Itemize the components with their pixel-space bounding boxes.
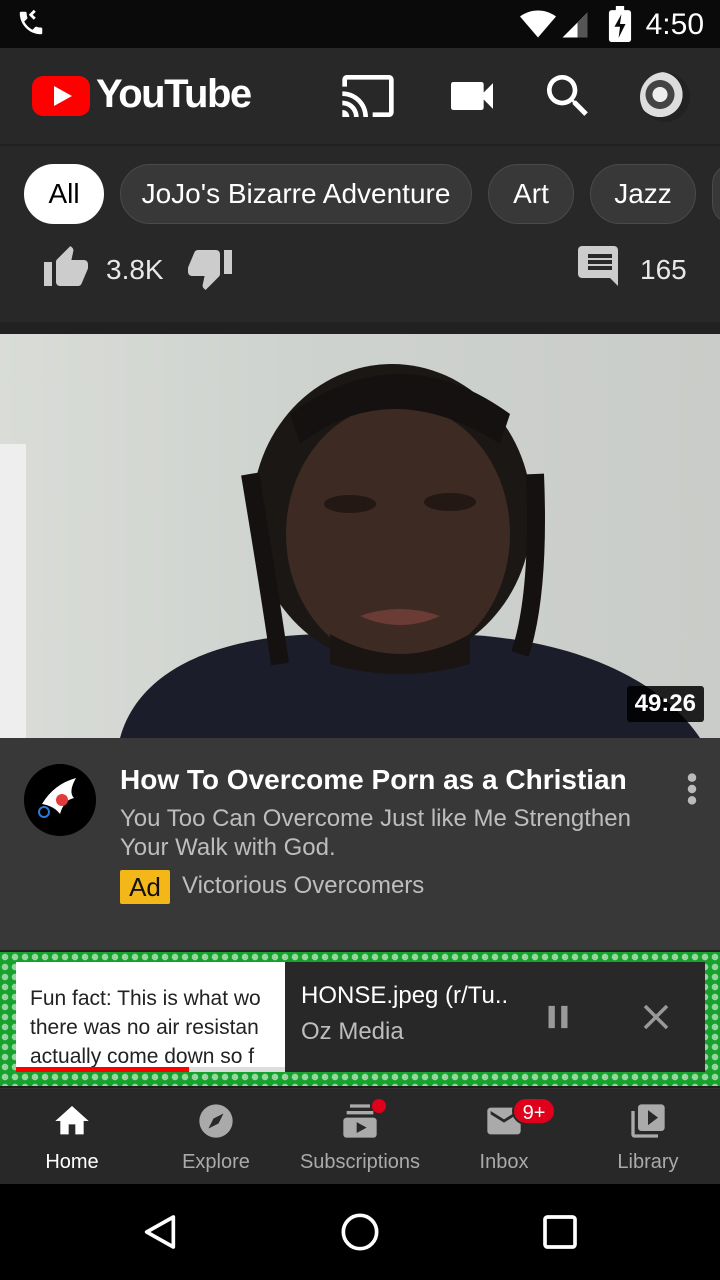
miniplayer[interactable]: Fun fact: This is what wo there was no a… bbox=[0, 952, 720, 1086]
thumbnail-image bbox=[0, 364, 700, 738]
app-header: YouTube bbox=[0, 48, 720, 144]
nav-home-label: Home bbox=[45, 1151, 99, 1173]
more-vert-icon[interactable] bbox=[680, 772, 704, 806]
miniplayer-channel: Oz Media bbox=[301, 1018, 404, 1045]
chip-jazz[interactable]: Jazz bbox=[590, 164, 696, 224]
inbox-badge: 9+ bbox=[512, 1097, 556, 1125]
nav-library[interactable]: Library bbox=[576, 1089, 720, 1185]
like-icon[interactable] bbox=[40, 244, 92, 292]
nav-library-label: Library bbox=[617, 1151, 679, 1173]
previous-item-actions: 3.8K 165 bbox=[0, 242, 720, 322]
battery-charging-icon bbox=[608, 6, 632, 42]
miniplayer-progress-fill bbox=[16, 1067, 189, 1072]
status-bar: 4:50 bbox=[0, 0, 720, 48]
signal-icon bbox=[562, 12, 588, 38]
nav-explore-label: Explore bbox=[182, 1151, 250, 1173]
comment-count: 165 bbox=[640, 254, 687, 285]
search-icon[interactable] bbox=[540, 68, 596, 124]
status-time: 4:50 bbox=[645, 8, 704, 41]
advertiser-name[interactable]: Victorious Overcomers bbox=[182, 872, 424, 900]
chip-art[interactable]: Art bbox=[488, 164, 574, 224]
nav-subscriptions-label: Subscriptions bbox=[299, 1151, 421, 1173]
nav-home[interactable]: Home bbox=[0, 1089, 144, 1185]
wifi-calling-icon bbox=[19, 9, 43, 35]
library-icon bbox=[631, 1104, 665, 1138]
bottom-navigation: Home Explore Subscriptions 9+ Inbox Libr… bbox=[0, 1088, 720, 1184]
miniplayer-thumbnail[interactable]: Fun fact: This is what wo there was no a… bbox=[16, 962, 286, 1072]
chip-all[interactable]: All bbox=[24, 164, 104, 224]
video-camera-icon[interactable] bbox=[444, 68, 500, 124]
youtube-logo-text[interactable]: YouTube bbox=[96, 72, 252, 117]
nav-inbox[interactable]: 9+ Inbox bbox=[432, 1089, 576, 1185]
home-icon bbox=[55, 1106, 89, 1135]
miniplayer-title[interactable]: HONSE.jpeg (r/Tu.. bbox=[301, 982, 508, 1010]
wifi-icon bbox=[520, 10, 556, 38]
advertiser-avatar[interactable] bbox=[24, 764, 96, 836]
chip-partial[interactable] bbox=[712, 164, 720, 224]
chip-jojos-bizarre-adventure[interactable]: JoJo's Bizarre Adventure bbox=[120, 164, 472, 224]
ad-video-thumbnail[interactable]: 49:26 bbox=[0, 334, 720, 738]
miniplayer-thumbnail-text: Fun fact: This is what wo there was no a… bbox=[30, 987, 261, 1068]
recents-square-icon[interactable] bbox=[540, 1212, 580, 1252]
filter-chip-bar: All JoJo's Bizarre Adventure Art Jazz bbox=[0, 146, 720, 242]
system-navigation-bar bbox=[0, 1184, 720, 1280]
dislike-icon[interactable] bbox=[184, 244, 236, 292]
home-circle-icon[interactable] bbox=[340, 1212, 380, 1252]
ad-info-panel: How To Overcome Porn as a Christian You … bbox=[0, 738, 720, 950]
miniplayer-info[interactable]: HONSE.jpeg (r/Tu.. Oz Media bbox=[285, 962, 705, 1072]
ad-description: You Too Can Overcome Just like Me Streng… bbox=[120, 805, 631, 861]
close-icon[interactable] bbox=[635, 996, 677, 1038]
back-triangle-icon[interactable] bbox=[140, 1212, 180, 1252]
cast-icon[interactable] bbox=[340, 68, 396, 124]
nav-subscriptions[interactable]: Subscriptions bbox=[288, 1089, 432, 1185]
subscriptions-notification-dot bbox=[372, 1099, 386, 1113]
account-avatar[interactable] bbox=[640, 72, 690, 122]
miniplayer-progress bbox=[16, 1067, 286, 1072]
ad-title[interactable]: How To Overcome Porn as a Christian bbox=[120, 764, 660, 796]
video-duration: 49:26 bbox=[626, 686, 704, 722]
like-count: 3.8K bbox=[106, 254, 164, 285]
youtube-logo-icon[interactable] bbox=[32, 76, 90, 116]
comment-icon[interactable] bbox=[576, 242, 624, 290]
nav-explore[interactable]: Explore bbox=[144, 1089, 288, 1185]
feed-divider bbox=[0, 322, 720, 334]
ad-badge: Ad bbox=[120, 870, 170, 904]
nav-inbox-label: Inbox bbox=[479, 1151, 529, 1173]
bird-logo-icon bbox=[24, 764, 96, 836]
compass-icon bbox=[199, 1104, 233, 1138]
pause-icon[interactable] bbox=[539, 996, 577, 1038]
